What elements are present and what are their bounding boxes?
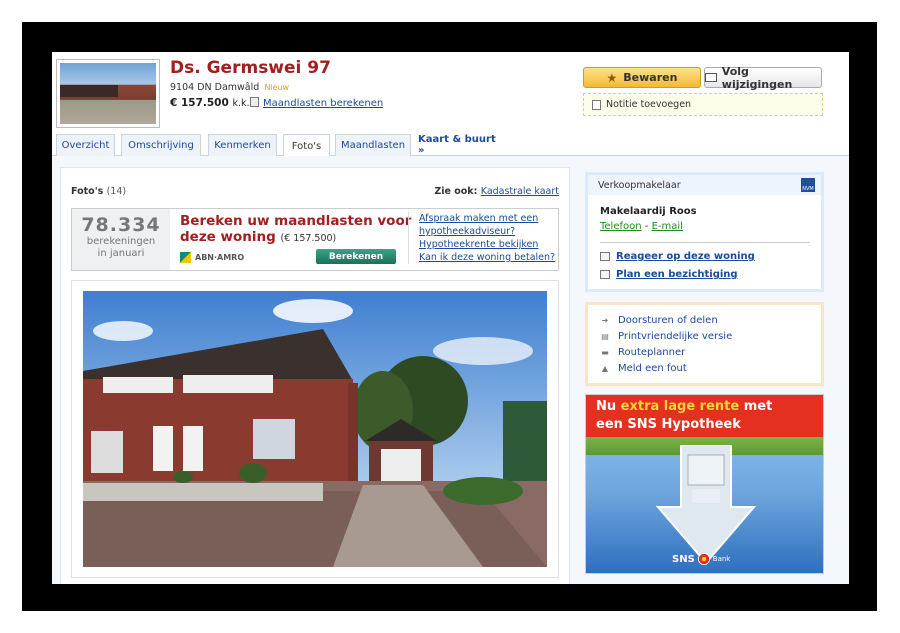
house-photo[interactable] — [83, 291, 547, 567]
listing-title: Ds. Germswei 97 — [170, 58, 331, 78]
tab-kenmerken[interactable]: Kenmerken — [208, 134, 277, 156]
car-icon: ▬ — [601, 347, 609, 357]
new-badge: Nieuw — [264, 83, 290, 92]
divider — [600, 242, 810, 243]
viewing-link[interactable]: Plan een bezichtiging — [600, 269, 738, 280]
listing-address: 9104 DN Damwâld Nieuw — [170, 82, 290, 93]
down-arrow-icon — [656, 445, 756, 565]
mortgage-calculator: 78.334 berekeningen in januari Bereken u… — [71, 208, 559, 271]
calculator-title: Bereken uw maandlasten voor deze woning … — [180, 213, 412, 245]
star-icon: ★ — [606, 70, 618, 85]
calculation-counter: 78.334 berekeningen in januari — [72, 209, 170, 270]
tab-omschrijving[interactable]: Omschrijving — [121, 134, 201, 156]
listing-page: Ds. Germswei 97 9104 DN Damwâld Nieuw € … — [52, 52, 849, 584]
envelope-icon — [705, 73, 717, 82]
calculator-icon — [250, 97, 259, 107]
sns-flower-icon — [697, 553, 710, 565]
mortgage-rate-link[interactable]: Hypotheekrente bekijken — [419, 238, 558, 251]
calculator-links: Afspraak maken met een hypotheekadviseur… — [408, 212, 558, 264]
route-planner-link[interactable]: ▬ Routeplanner — [600, 347, 685, 358]
agent-panel: Verkoopmakelaar NVM Makelaardij Roos Tele… — [585, 172, 824, 292]
report-error-link[interactable]: ▲ Meld een fout — [600, 363, 687, 374]
sns-bank-logo: SNS Bank — [672, 553, 731, 565]
tab-maandlasten[interactable]: Maandlasten — [335, 134, 411, 156]
bank-logo: ABN·AMRO — [180, 252, 244, 263]
warning-icon: ▲ — [601, 363, 609, 373]
email-link[interactable]: E-mail — [652, 221, 683, 232]
cadastral-map-link[interactable]: Kadastrale kaart — [481, 186, 559, 197]
advisor-appointment-link[interactable]: Afspraak maken met een hypotheekadviseur… — [419, 212, 558, 238]
agent-heading: Verkoopmakelaar NVM — [588, 175, 821, 195]
save-button[interactable]: ★ Bewaren — [583, 67, 701, 88]
tab-bar: Overzicht Omschrijving Kenmerken Foto's … — [52, 134, 849, 157]
tools-panel: ➔ Doorsturen of delen ▤ Printvriendelijke … — [585, 302, 824, 386]
respond-link[interactable]: Reageer op deze woning — [600, 251, 755, 262]
see-also: Zie ook: Kadastrale kaart — [434, 186, 559, 197]
tab-fotos[interactable]: Foto's — [283, 134, 330, 157]
print-link[interactable]: ▤ Printvriendelijke versie — [600, 331, 732, 342]
calculate-button[interactable]: Berekenen — [316, 249, 396, 264]
agent-name: Makelaardij Roos — [600, 206, 697, 217]
tab-kaart-buurt[interactable]: Kaart & buurt » — [418, 134, 504, 156]
ad-subline: een SNS Hypotheek — [596, 417, 741, 432]
note-icon — [592, 99, 601, 110]
phone-link[interactable]: Telefoon — [600, 221, 642, 232]
listing-thumbnail[interactable] — [56, 59, 160, 128]
agent-contact: Telefoon - E-mail — [600, 221, 683, 232]
photo-viewer — [71, 280, 559, 578]
nvm-logo-icon: NVM — [801, 178, 815, 192]
calendar-icon — [600, 270, 610, 279]
share-link[interactable]: ➔ Doorsturen of delen — [600, 315, 718, 326]
tab-overzicht[interactable]: Overzicht — [56, 134, 115, 156]
abn-amro-shield-icon — [180, 252, 191, 263]
monthly-costs-link[interactable]: Maandlasten berekenen — [250, 97, 383, 109]
message-icon — [600, 252, 610, 261]
photos-panel: Foto's (14) Zie ook: Kadastrale kaart 78… — [60, 167, 570, 584]
ad-headline: Nu extra lage rente met — [596, 399, 773, 414]
sns-advertisement[interactable]: Nu extra lage rente met een SNS Hypothee… — [585, 394, 824, 574]
printer-icon: ▤ — [601, 331, 609, 341]
photos-heading: Foto's (14) — [71, 186, 127, 197]
follow-changes-button[interactable]: Volg wijzigingen — [704, 65, 822, 91]
affordability-link[interactable]: Kan ik deze woning betalen? — [419, 251, 558, 264]
listing-price: € 157.500 k.k. — [170, 97, 250, 109]
add-note-field[interactable]: Notitie toevoegen — [583, 93, 823, 116]
forward-arrow-icon: ➔ — [601, 315, 609, 325]
